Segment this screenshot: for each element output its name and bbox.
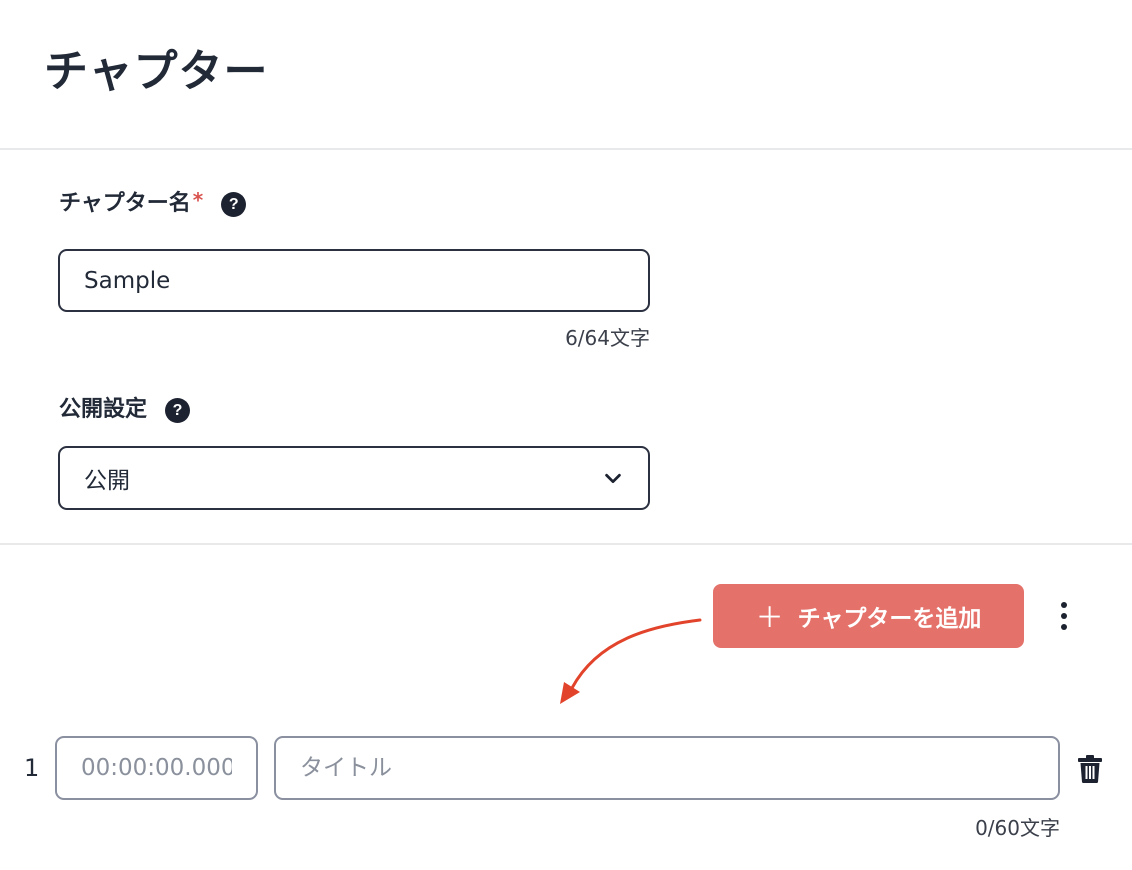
kebab-icon-dot — [1061, 624, 1067, 630]
kebab-icon-dot — [1061, 602, 1067, 608]
annotation-arrow-head — [560, 682, 580, 704]
visibility-label-text: 公開設定 — [59, 397, 148, 422]
annotation-arrow-path — [570, 618, 702, 690]
page-title: チャプター — [44, 46, 269, 97]
kebab-icon-dot — [1061, 613, 1067, 619]
chapter-name-label-text: チャプター名 — [59, 191, 191, 216]
chapter-name-label: チャプター名 * ? — [59, 188, 247, 220]
chapter-index: 1 — [24, 754, 40, 782]
section-divider — [0, 543, 1132, 545]
chapter-name-help-icon[interactable]: ? — [221, 191, 247, 217]
chapter-name-counter: 6/64文字 — [565, 326, 650, 350]
add-chapter-label: チャプターを追加 — [797, 606, 982, 632]
add-chapter-button[interactable]: ＋ チャプターを追加 — [713, 584, 1024, 648]
chapter-name-input[interactable] — [58, 249, 650, 312]
visibility-selected-value: 公開 — [84, 468, 130, 494]
visibility-select[interactable]: 公開 — [58, 446, 650, 510]
header-divider — [0, 148, 1132, 150]
chapter-title-input[interactable] — [274, 736, 1060, 800]
annotation-arrow-icon — [560, 618, 702, 704]
chevron-down-icon — [605, 473, 621, 484]
trash-icon[interactable] — [1076, 754, 1104, 784]
more-menu-button[interactable] — [1048, 596, 1080, 636]
plus-icon: ＋ — [755, 601, 784, 634]
visibility-help-icon[interactable]: ? — [165, 397, 191, 423]
chapter-title-counter: 0/60文字 — [975, 816, 1060, 840]
chapter-time-input[interactable] — [55, 736, 258, 800]
visibility-label: 公開設定 ? — [59, 394, 191, 426]
required-mark: * — [192, 188, 204, 212]
